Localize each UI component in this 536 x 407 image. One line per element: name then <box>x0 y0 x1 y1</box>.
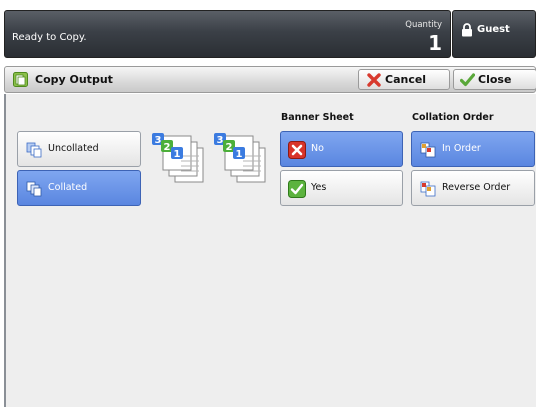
in-order-label: In Order <box>442 143 481 154</box>
banner-yes-button[interactable]: Yes <box>280 170 403 206</box>
banner-yes-label: Yes <box>311 182 327 193</box>
user-button[interactable]: Guest <box>452 10 536 58</box>
collated-button[interactable]: Collated <box>17 170 141 206</box>
checkmark-icon <box>460 73 475 87</box>
user-label: Guest <box>477 24 510 35</box>
stack-number-1: 1 <box>174 149 181 160</box>
collation-order-heading: Collation Order <box>412 112 494 123</box>
top-status-area: Ready to Copy. Quantity 1 Guest <box>0 0 536 58</box>
uncollated-icon <box>26 142 42 158</box>
cancel-button[interactable]: Cancel <box>358 69 450 90</box>
quantity-label: Quantity <box>405 20 442 30</box>
banner-no-label: No <box>311 143 324 154</box>
close-button[interactable]: Close <box>453 69 536 90</box>
collated-label: Collated <box>48 182 88 193</box>
stack-number-1: 1 <box>236 149 243 160</box>
page-title: Copy Output <box>35 73 113 86</box>
stack-number-3: 3 <box>217 135 224 146</box>
uncollated-button[interactable]: Uncollated <box>17 131 141 167</box>
stack-number-2: 2 <box>226 142 233 153</box>
green-check-icon <box>288 180 306 198</box>
in-order-button[interactable]: In Order <box>411 131 535 167</box>
in-order-icon <box>420 142 436 158</box>
screen-header: Copy Output Cancel Close <box>4 66 536 93</box>
stack-number-3: 3 <box>155 135 162 146</box>
cancel-label: Cancel <box>385 73 427 86</box>
cancel-x-icon <box>367 73 381 87</box>
job-status-panel: Ready to Copy. Quantity 1 <box>4 10 451 58</box>
quantity-value: 1 <box>428 31 442 55</box>
banner-sheet-heading: Banner Sheet <box>281 112 354 123</box>
page-stack-illustration: 3 2 1 <box>214 133 266 183</box>
close-label: Close <box>478 73 512 86</box>
collated-icon <box>26 181 42 197</box>
uncollated-label: Uncollated <box>48 143 99 154</box>
reverse-order-icon <box>420 181 436 197</box>
padlock-icon <box>462 23 472 37</box>
red-x-icon <box>288 141 306 159</box>
page-stack-illustration: 3 2 1 <box>152 133 204 183</box>
banner-no-button[interactable]: No <box>280 131 403 167</box>
copy-output-icon <box>13 72 28 87</box>
status-message: Ready to Copy. <box>12 32 87 43</box>
reverse-order-button[interactable]: Reverse Order <box>411 170 535 206</box>
reverse-order-label: Reverse Order <box>442 182 511 193</box>
stack-number-2: 2 <box>164 142 171 153</box>
